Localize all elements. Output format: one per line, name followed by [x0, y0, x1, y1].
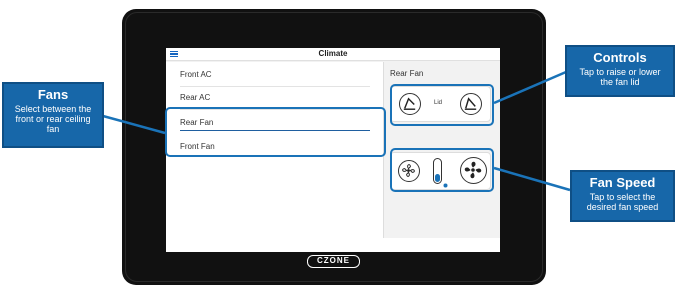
- fans-callout: Fans Select between the front or rear ce…: [2, 82, 104, 148]
- controls-callout-title: Controls: [593, 50, 647, 65]
- controls-callout: Controls Tap to raise or lower the fan l…: [565, 45, 675, 97]
- fans-callout-title: Fans: [37, 87, 69, 102]
- speed-callout-desc: Tap to select the desired fan speed: [586, 192, 659, 212]
- speed-callout: Fan Speed Tap to select the desired fan …: [570, 170, 675, 222]
- controls-callout-desc: Tap to raise or lower the fan lid: [579, 67, 661, 87]
- speed-callout-title: Fan Speed: [589, 175, 656, 190]
- fans-callout-desc: Select between the front or rear ceiling…: [14, 104, 92, 134]
- stage: Climate Front AC Rear AC Rear Fan Front …: [0, 0, 677, 287]
